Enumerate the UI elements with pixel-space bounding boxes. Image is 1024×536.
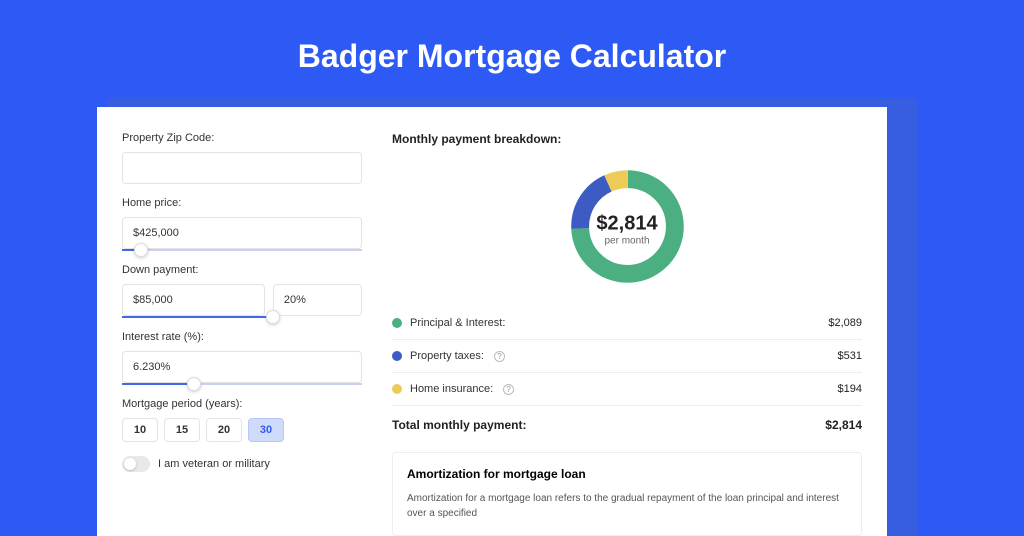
donut-sub: per month — [596, 235, 657, 246]
calculator-card: Property Zip Code: Home price: Down paym… — [97, 107, 887, 536]
total-value: $2,814 — [825, 418, 862, 432]
down-slider-thumb[interactable] — [266, 310, 280, 324]
amortization-box: Amortization for mortgage loan Amortizat… — [392, 452, 862, 536]
form-panel: Property Zip Code: Home price: Down paym… — [122, 132, 362, 536]
breakdown-value: $2,089 — [828, 317, 862, 329]
breakdown-panel: Monthly payment breakdown: $2,814 per mo… — [392, 132, 862, 536]
zip-label: Property Zip Code: — [122, 132, 362, 144]
breakdown-value: $531 — [838, 350, 862, 362]
breakdown-row: Property taxes:? $531 — [392, 340, 862, 373]
period-label: Mortgage period (years): — [122, 398, 362, 410]
price-slider-thumb[interactable] — [134, 243, 148, 257]
info-icon[interactable]: ? — [494, 351, 505, 362]
total-label: Total monthly payment: — [392, 418, 526, 432]
toggle-knob — [124, 458, 136, 470]
price-group: Home price: — [122, 197, 362, 251]
rate-label: Interest rate (%): — [122, 331, 362, 343]
breakdown-label: Property taxes: — [410, 350, 484, 362]
rate-group: Interest rate (%): — [122, 331, 362, 385]
breakdown-label: Home insurance: — [410, 383, 493, 395]
veteran-row: I am veteran or military — [122, 456, 362, 472]
donut-amount: $2,814 — [596, 212, 657, 235]
period-btn-30[interactable]: 30 — [248, 418, 284, 442]
yellow-dot-icon — [392, 384, 402, 394]
rate-slider-thumb[interactable] — [187, 377, 201, 391]
rate-input[interactable] — [122, 351, 362, 383]
amort-title: Amortization for mortgage loan — [407, 467, 847, 481]
breakdown-title: Monthly payment breakdown: — [392, 132, 862, 146]
price-label: Home price: — [122, 197, 362, 209]
price-input[interactable] — [122, 217, 362, 249]
down-slider[interactable] — [122, 316, 273, 318]
down-group: Down payment: — [122, 264, 362, 318]
amort-text: Amortization for a mortgage loan refers … — [407, 491, 847, 521]
period-btn-20[interactable]: 20 — [206, 418, 242, 442]
card-shadow: Property Zip Code: Home price: Down paym… — [107, 97, 917, 536]
breakdown-row: Principal & Interest: $2,089 — [392, 307, 862, 340]
veteran-toggle[interactable] — [122, 456, 150, 472]
blue-dot-icon — [392, 351, 402, 361]
zip-group: Property Zip Code: — [122, 132, 362, 184]
period-btn-10[interactable]: 10 — [122, 418, 158, 442]
info-icon[interactable]: ? — [503, 384, 514, 395]
period-btn-15[interactable]: 15 — [164, 418, 200, 442]
down-pct-input[interactable] — [273, 284, 362, 316]
green-dot-icon — [392, 318, 402, 328]
period-group: Mortgage period (years): 10152030 — [122, 398, 362, 442]
veteran-label: I am veteran or military — [158, 458, 270, 470]
down-input[interactable] — [122, 284, 265, 316]
breakdown-label: Principal & Interest: — [410, 317, 505, 329]
down-label: Down payment: — [122, 264, 362, 276]
page-title: Badger Mortgage Calculator — [0, 0, 1024, 97]
rate-slider[interactable] — [122, 383, 362, 385]
zip-input[interactable] — [122, 152, 362, 184]
price-slider[interactable] — [122, 249, 362, 251]
total-row: Total monthly payment: $2,814 — [392, 406, 862, 444]
breakdown-row: Home insurance:? $194 — [392, 373, 862, 406]
donut-chart: $2,814 per month — [392, 154, 862, 307]
breakdown-value: $194 — [838, 383, 862, 395]
